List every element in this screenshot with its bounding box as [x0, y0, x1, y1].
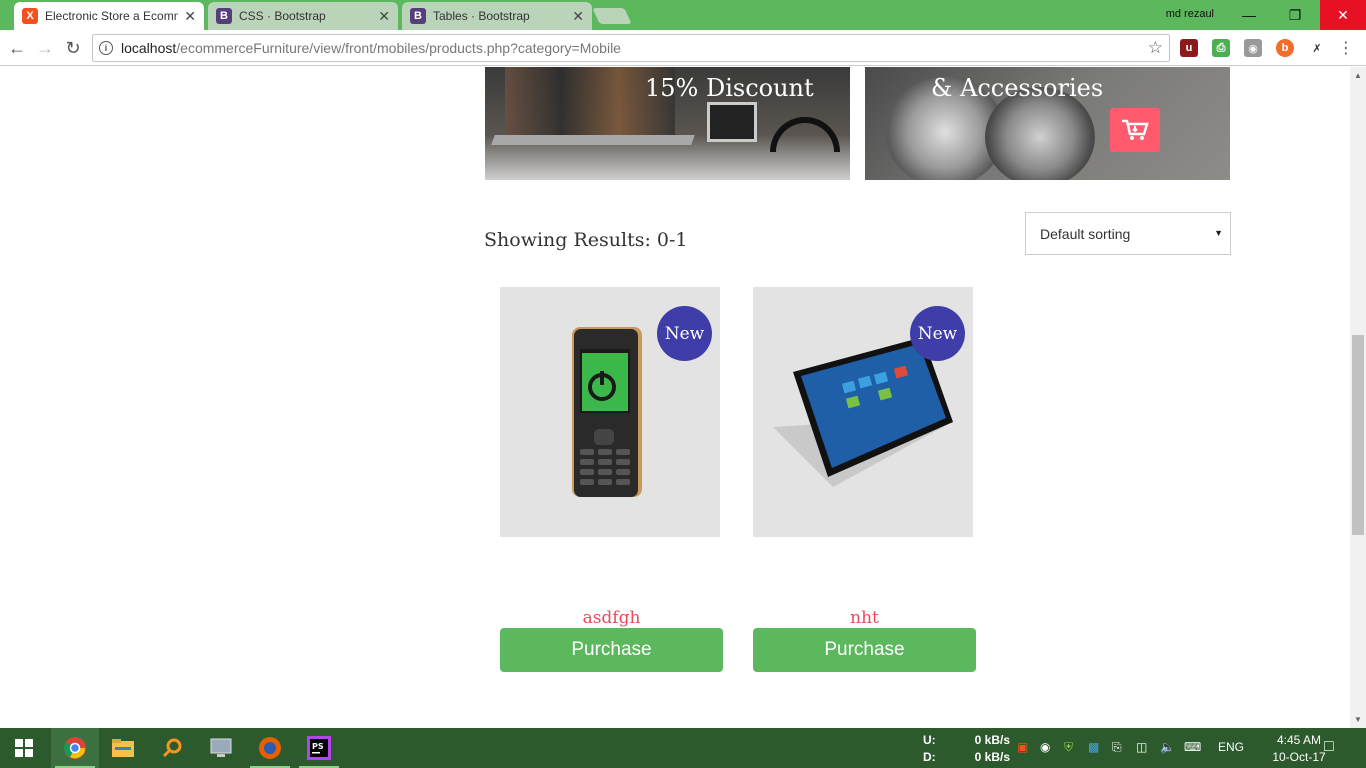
b-extension-icon[interactable]: b: [1276, 39, 1294, 57]
xampp-tray-icon[interactable]: ▣: [1017, 740, 1028, 754]
purchase-button[interactable]: Purchase: [753, 628, 976, 672]
volume-icon[interactable]: 🔈: [1160, 740, 1175, 754]
chrome-tray-icon[interactable]: ◉: [1040, 740, 1050, 754]
close-window-icon[interactable]: ✕: [1320, 0, 1366, 30]
dropdown-caret-icon: ▼: [1214, 228, 1223, 238]
phpstorm-icon[interactable]: PS: [295, 728, 343, 768]
app-tray-icon[interactable]: ▩: [1088, 740, 1099, 754]
download-label: D:: [923, 750, 936, 764]
product-image[interactable]: New: [753, 287, 973, 537]
sort-selected-value: Default sorting: [1040, 225, 1131, 242]
tools-extension-icon[interactable]: ✗: [1308, 39, 1326, 57]
url-path: /ecommerceFurniture/view/front/mobiles/p…: [176, 40, 621, 56]
download-speed: 0 kB/s: [974, 750, 1010, 764]
new-badge: New: [910, 306, 965, 361]
notification-icon[interactable]: □: [1324, 738, 1334, 756]
bootstrap-favicon-icon: B: [410, 8, 426, 24]
accessories-banner[interactable]: & Accessories: [865, 67, 1230, 180]
clock-time: 4:45 AM: [1276, 733, 1322, 747]
page-scrollbar[interactable]: ▲ ▼: [1350, 67, 1366, 728]
url-host: localhost: [121, 40, 177, 56]
purchase-button[interactable]: Purchase: [500, 628, 723, 672]
upload-speed: 0 kB/s: [974, 733, 1010, 747]
address-bar[interactable]: i localhost /ecommerceFurniture/view/fro…: [92, 34, 1170, 62]
browser-toolbar: ← → ↻ i localhost /ecommerceFurniture/vi…: [0, 30, 1366, 66]
svg-text:PS: PS: [312, 742, 324, 751]
net-labels: U: D:: [923, 732, 936, 766]
shield-tray-icon[interactable]: ⛨: [1064, 740, 1073, 755]
tab-electronic-store[interactable]: X Electronic Store a Ecomm ✕: [14, 2, 204, 30]
net-speeds: 0 kB/s 0 kB/s: [962, 732, 1010, 766]
upload-label: U:: [923, 733, 936, 747]
forward-arrow-icon[interactable]: →: [34, 37, 56, 59]
windows-taskbar: PS U: D: 0 kB/s 0 kB/s ▣ ◉ ⛨ ▩ ⎘ ◫ 🔈 ⌨ E…: [0, 728, 1366, 768]
system-clock[interactable]: 4:45 AM 10-Oct-17: [1270, 732, 1328, 766]
close-tab-icon[interactable]: ✕: [378, 8, 390, 25]
tab-css-bootstrap[interactable]: B CSS · Bootstrap ✕: [208, 2, 398, 30]
product-name[interactable]: nht: [753, 608, 976, 628]
cart-button[interactable]: [1110, 108, 1160, 152]
headphones-image: [770, 117, 840, 152]
tab-label: CSS · Bootstrap: [239, 9, 326, 23]
firefox-icon[interactable]: [246, 728, 294, 768]
discount-banner[interactable]: 15% Discount: [485, 67, 850, 180]
laptop-base-image: [491, 135, 695, 145]
cart-icon: [1122, 119, 1149, 140]
profile-name[interactable]: md rezaul: [1166, 8, 1214, 20]
scroll-down-icon[interactable]: ▼: [1354, 715, 1362, 724]
back-arrow-icon[interactable]: ←: [6, 37, 28, 59]
minimize-icon[interactable]: —: [1226, 0, 1272, 30]
tab-label: Electronic Store a Ecomm: [45, 9, 179, 23]
printer-extension-icon[interactable]: ⎙: [1212, 39, 1230, 57]
reload-icon[interactable]: ↻: [62, 37, 84, 59]
bookmark-star-icon[interactable]: ☆: [1148, 38, 1163, 58]
chrome-taskbar-icon[interactable]: [51, 728, 99, 768]
info-icon[interactable]: i: [99, 41, 113, 55]
windows-start-icon[interactable]: [0, 728, 48, 768]
globe-extension-icon[interactable]: ◉: [1244, 39, 1262, 57]
search-icon[interactable]: [148, 728, 196, 768]
results-count: Showing Results: 0-1: [484, 229, 688, 251]
product-name[interactable]: asdfgh: [500, 608, 723, 628]
chrome-menu-icon[interactable]: ⋮: [1338, 38, 1354, 58]
network-icon[interactable]: ◫: [1136, 740, 1147, 754]
usb-tray-icon[interactable]: ⎘: [1112, 740, 1122, 755]
banner-title: & Accessories: [931, 74, 1104, 102]
sort-select[interactable]: Default sorting ▼: [1025, 212, 1231, 255]
browser-titlebar: X Electronic Store a Ecomm ✕ B CSS · Boo…: [0, 0, 1366, 30]
remote-desktop-icon[interactable]: [197, 728, 245, 768]
language-indicator[interactable]: ENG: [1218, 740, 1244, 754]
scroll-up-icon[interactable]: ▲: [1354, 71, 1362, 80]
xampp-favicon-icon: X: [22, 8, 38, 24]
restore-icon[interactable]: ❐: [1272, 0, 1318, 30]
banner-title: 15% Discount: [645, 74, 814, 102]
product-image[interactable]: New: [500, 287, 720, 537]
page-viewport: 15% Discount & Accessories Showing Resul…: [0, 67, 1350, 728]
ublock-extension-icon[interactable]: u: [1180, 39, 1198, 57]
bootstrap-favicon-icon: B: [216, 8, 232, 24]
clock-date: 10-Oct-17: [1272, 750, 1326, 764]
tablet-image: [707, 102, 757, 142]
new-badge: New: [657, 306, 712, 361]
keyboard-icon[interactable]: ⌨: [1184, 740, 1201, 754]
tab-tables-bootstrap[interactable]: B Tables · Bootstrap ✕: [402, 2, 592, 30]
close-tab-icon[interactable]: ✕: [572, 8, 584, 25]
close-tab-icon[interactable]: ✕: [184, 8, 196, 25]
scrollbar-thumb[interactable]: [1352, 335, 1364, 535]
tab-label: Tables · Bootstrap: [433, 9, 530, 23]
new-tab-button[interactable]: [592, 8, 632, 24]
file-explorer-icon[interactable]: [99, 728, 147, 768]
